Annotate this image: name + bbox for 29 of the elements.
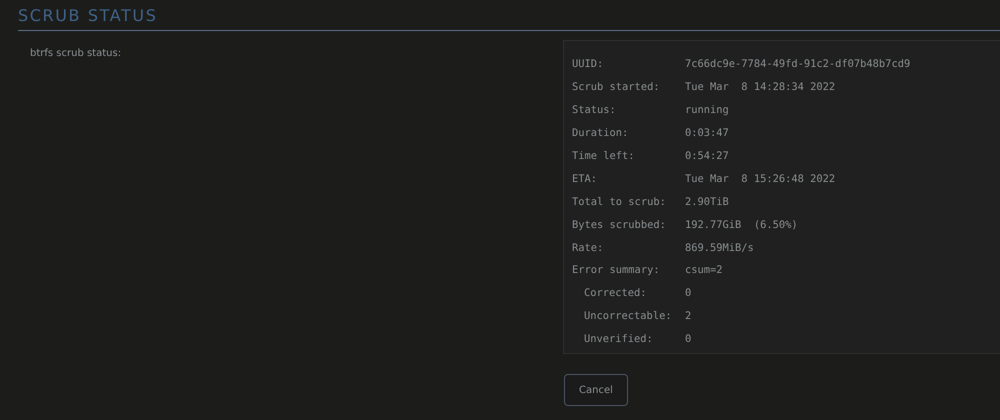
- field-label: btrfs scrub status:: [30, 48, 122, 61]
- status-value: 0: [685, 287, 692, 300]
- status-value: Tue Mar 8 15:26:48 2022: [685, 172, 836, 185]
- status-value: 869.59MiB/s: [685, 242, 754, 254]
- status-value: 2.90TiB: [685, 196, 729, 208]
- status-label: UUID:: [572, 58, 604, 70]
- status-label: Corrected:: [584, 287, 648, 300]
- status-label: Status:: [572, 104, 617, 116]
- status-value: 0:03:47: [685, 127, 729, 140]
- status-label: Rate:: [572, 242, 604, 254]
- page-title: SCRUB STATUS: [18, 4, 158, 26]
- status-value: running: [685, 104, 729, 116]
- status-label: Unverified:: [584, 333, 654, 346]
- status-value: 0:54:27: [685, 150, 729, 162]
- status-label: Bytes scrubbed:: [572, 218, 667, 231]
- status-label: Scrub started:: [572, 81, 661, 94]
- cancel-button[interactable]: Cancel: [564, 374, 628, 406]
- status-value: 2: [685, 310, 692, 322]
- status-label: Time left:: [572, 150, 636, 162]
- status-label: Total to scrub:: [572, 196, 667, 208]
- status-label: ETA:: [572, 172, 598, 185]
- status-value: 7c66dc9e-7784-49fd-91c2-df07b48b7cd9: [685, 58, 910, 70]
- status-value: 192.77GiB (6.50%): [685, 218, 798, 231]
- status-value: Tue Mar 8 14:28:34 2022: [685, 81, 836, 94]
- status-label: Duration:: [572, 127, 630, 140]
- status-label: Uncorrectable:: [584, 310, 673, 322]
- status-value: csum=2: [685, 264, 723, 276]
- status-label: Error summary:: [572, 264, 661, 276]
- status-value: 0: [685, 333, 692, 346]
